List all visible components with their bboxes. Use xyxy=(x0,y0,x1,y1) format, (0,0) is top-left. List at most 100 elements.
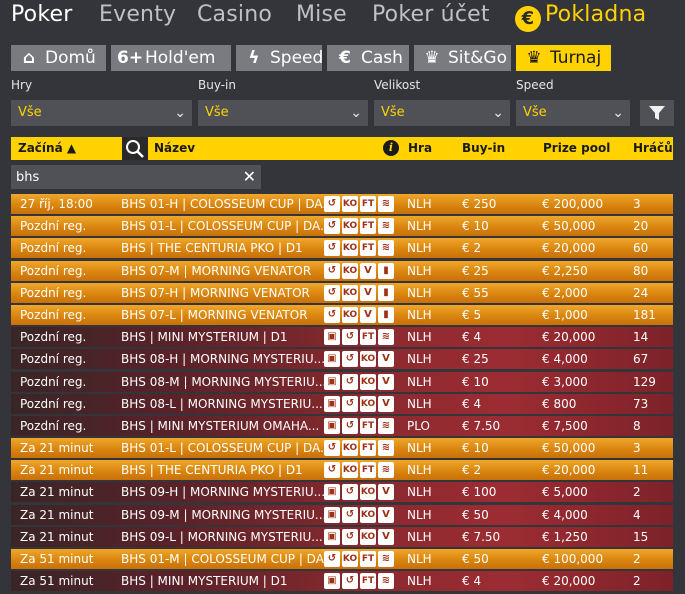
nav-poker[interactable]: Poker xyxy=(11,2,72,27)
filter-hry-select[interactable]: Vše ⌄ xyxy=(11,100,192,126)
final-table-badge: FT xyxy=(360,218,376,235)
table-row[interactable]: Za 51 minut BHS 01-M | COLOSSEUM CUP | DA… xyxy=(11,549,673,569)
late-reg-icon: ↺ xyxy=(342,528,358,545)
row-starts: Za 21 minut xyxy=(20,463,94,478)
venator-badge: V xyxy=(360,262,376,279)
table-row[interactable]: Za 21 minut BHS 09-M | MORNING MYSTERIU..… xyxy=(11,504,673,525)
row-name: BHS 07-H | MORNING VENATOR xyxy=(121,285,310,300)
table-row[interactable]: Pozdní reg. BHS 01-L | COLOSSEUM CUP | DA… xyxy=(11,216,673,237)
nav-casino[interactable]: Casino xyxy=(197,2,272,27)
flag-icon: ≋ xyxy=(378,417,394,434)
mystery-box-icon: ▣ xyxy=(324,329,340,346)
row-players: 80 xyxy=(633,263,649,278)
table-row[interactable]: Pozdní reg. BHS 08-L | MORNING MYSTERIU..… xyxy=(11,393,673,414)
row-players: 4 xyxy=(633,507,641,522)
row-name: BHS 08-H | MORNING MYSTERIU... xyxy=(121,352,326,367)
row-prize-pool: € 1,250 xyxy=(542,529,588,544)
row-prize-pool: € 20,000 xyxy=(542,241,596,256)
row-buyin: € 2 xyxy=(462,241,482,256)
row-game: NLH xyxy=(407,219,432,234)
top-navigation: Poker Eventy Casino Mise Poker účet € Pok… xyxy=(0,0,685,36)
table-row[interactable]: Pozdní reg. BHS | THE CENTURIA PKO | D1 ↺ K… xyxy=(11,238,673,259)
nav-mise[interactable]: Mise xyxy=(296,2,347,27)
info-icon[interactable]: i xyxy=(383,140,399,156)
table-row[interactable]: Pozdní reg. BHS 08-H | MORNING MYSTERIU..… xyxy=(11,349,673,370)
tab-cash[interactable]: € Cash xyxy=(327,45,409,71)
row-prize-pool: € 4,000 xyxy=(542,352,588,367)
tab-sitgo-label: Sit&Go xyxy=(448,48,508,68)
nav-poker-ucet[interactable]: Poker účet xyxy=(372,2,490,27)
table-row[interactable]: Za 51 minut BHS | MINI MYSTERIUM | D1 ▣ ↺ FT… xyxy=(11,571,673,592)
header-name[interactable]: Název xyxy=(154,141,195,155)
tab-sitgo[interactable]: ♛ Sit&Go xyxy=(414,45,511,71)
row-game: NLH xyxy=(407,330,432,345)
filter-speed-select[interactable]: Vše ⌄ xyxy=(516,100,630,126)
row-game: NLH xyxy=(407,374,432,389)
venator-badge: V xyxy=(378,373,394,390)
header-players[interactable]: Hráčů xyxy=(633,141,673,155)
table-row[interactable]: Za 21 minut BHS 09-H | MORNING MYSTERIU..… xyxy=(11,482,673,503)
trophy-icon: ♛ xyxy=(424,48,440,68)
table-row[interactable]: Za 21 minut BHS 09-L | MORNING MYSTERIU..… xyxy=(11,526,673,547)
row-prize-pool: € 1,000 xyxy=(542,307,588,322)
table-row[interactable]: Pozdní reg. BHS 08-M | MORNING MYSTERIU..… xyxy=(11,371,673,392)
row-buyin: € 5 xyxy=(462,307,482,322)
table-row[interactable]: Pozdní reg. BHS 07-H | MORNING VENATOR ↺ KO… xyxy=(11,282,673,303)
table-row[interactable]: 27 říj, 18:00 BHS 01-H | COLOSSEUM CUP | … xyxy=(11,194,673,214)
venator-badge: V xyxy=(378,506,394,523)
nav-eventy[interactable]: Eventy xyxy=(99,2,176,27)
cup-icon: ♛ xyxy=(526,48,542,68)
tab-holdem[interactable]: 6+ Hold'em xyxy=(111,45,231,71)
tab-turnaj[interactable]: ♛ Turnaj xyxy=(516,45,611,71)
mystery-box-icon: ▣ xyxy=(324,506,340,523)
row-starts: 27 říj, 18:00 xyxy=(20,197,93,211)
table-row[interactable]: Pozdní reg. BHS | MINI MYSTERIUM OMAHA...… xyxy=(11,415,673,436)
row-starts: Za 21 minut xyxy=(20,485,94,500)
row-game: NLH xyxy=(407,463,432,478)
table-row[interactable]: Pozdní reg. BHS | MINI MYSTERIUM | D1 ▣ ↺ FT… xyxy=(11,327,673,348)
header-search-button[interactable] xyxy=(122,137,148,160)
row-starts: Pozdní reg. xyxy=(20,374,87,389)
knockout-badge: KO xyxy=(342,440,358,457)
row-starts: Za 21 minut xyxy=(20,507,94,522)
header-buyin[interactable]: Buy-in xyxy=(462,141,505,155)
row-prize-pool: € 100,000 xyxy=(542,552,604,566)
knockout-badge: KO xyxy=(360,484,376,501)
row-players: 14 xyxy=(633,330,649,345)
table-row[interactable]: Za 21 minut BHS 01-L | COLOSSEUM CUP | DA… xyxy=(11,438,673,459)
tab-domu[interactable]: ⌂ Domů xyxy=(11,45,106,71)
row-players: 24 xyxy=(633,285,649,300)
venator-badge: V xyxy=(360,284,376,301)
row-prize-pool: € 50,000 xyxy=(542,219,596,234)
home-icon: ⌂ xyxy=(22,48,36,68)
knockout-badge: KO xyxy=(342,284,358,301)
table-row[interactable]: Za 21 minut BHS | THE CENTURIA PKO | D1 ↺ K… xyxy=(11,460,673,481)
filter-buyin-select[interactable]: Vše ⌄ xyxy=(198,100,368,126)
header-starts[interactable]: Začíná ▲ xyxy=(18,141,76,155)
row-prize-pool: € 20,000 xyxy=(542,574,596,589)
final-table-badge: FT xyxy=(360,196,376,212)
clear-search-icon[interactable]: ✕ xyxy=(243,167,256,186)
row-prize-pool: € 2,250 xyxy=(542,263,588,278)
table-row[interactable]: Pozdní reg. BHS 07-M | MORNING VENATOR ↺ KO… xyxy=(11,260,673,281)
row-game: NLH xyxy=(407,485,432,500)
header-game[interactable]: Hra xyxy=(408,141,432,155)
nav-pokladna[interactable]: € Pokladna xyxy=(515,2,646,32)
row-buyin: € 2 xyxy=(462,463,482,478)
filter-button[interactable] xyxy=(640,100,674,126)
filter-label-buyin: Buy-in xyxy=(198,78,236,92)
mystery-box-icon: ▣ xyxy=(324,528,340,545)
row-players: 11 xyxy=(633,463,649,478)
row-name: BHS 01-M | COLOSSEUM CUP | DA... xyxy=(121,552,326,566)
filter-hry-value: Vše xyxy=(18,105,42,120)
header-prize-pool[interactable]: Prize pool xyxy=(543,141,610,155)
final-table-badge: FT xyxy=(360,573,376,590)
row-game: NLH xyxy=(407,574,432,589)
filter-velikost-select[interactable]: Vše ⌄ xyxy=(374,100,510,126)
row-name: BHS 01-L | COLOSSEUM CUP | DA... xyxy=(121,219,326,234)
search-input[interactable] xyxy=(11,165,233,189)
table-row[interactable]: Pozdní reg. BHS 07-L | MORNING VENATOR ↺ KO… xyxy=(11,304,673,325)
row-starts: Za 51 minut xyxy=(20,574,94,589)
row-players: 15 xyxy=(633,529,649,544)
tab-speed[interactable]: ϟ Speed xyxy=(236,45,323,71)
